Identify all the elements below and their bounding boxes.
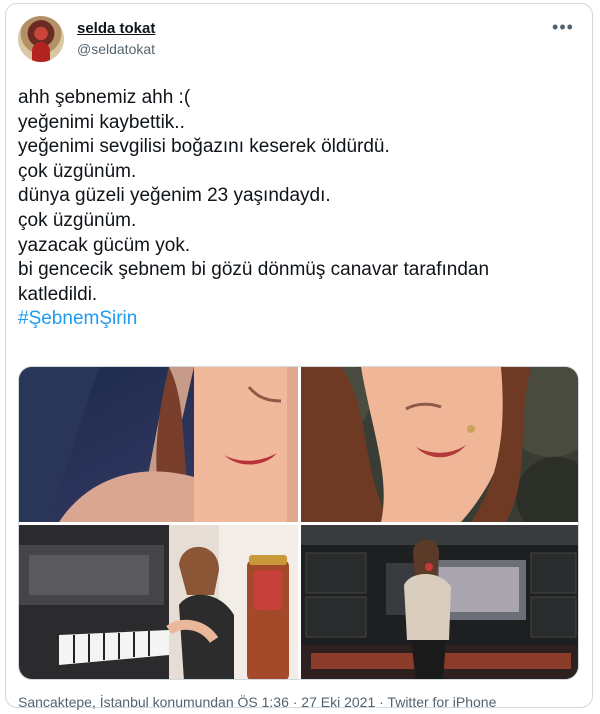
tweet-line: çok üzgünüm. <box>18 209 137 231</box>
tweet-line: dünya güzeli yeğenim 23 yaşındaydı. <box>18 185 331 207</box>
tweet-line: yazacak gücüm yok. <box>18 234 191 256</box>
tweet-meta: Sancaktepe, İstanbul konumundan ÖS 1:36 … <box>18 694 497 710</box>
display-name[interactable]: selda tokat <box>77 20 155 37</box>
hashtag-link[interactable]: #ŞebnemŞirin <box>18 307 584 332</box>
tweet-text: ahh şebnemiz ahh :( yeğenimi kaybettik..… <box>18 86 584 332</box>
media-grid <box>18 366 579 680</box>
living-room-photo[interactable] <box>301 525 578 679</box>
user-handle[interactable]: @seldatokat <box>77 41 155 57</box>
tweet-line: bi gencecik şebnem bi gözü dönmüş canava… <box>18 259 490 281</box>
more-options-icon[interactable]: ••• <box>550 18 576 40</box>
tweet-card: selda tokat @seldatokat ••• ahh şebnemiz… <box>5 3 593 710</box>
tweet-line: çok üzgünüm. <box>18 160 137 182</box>
tweet-line: katledildi. <box>18 283 98 305</box>
tweet-header: selda tokat @seldatokat ••• <box>16 14 576 66</box>
piano-photo[interactable] <box>19 525 298 679</box>
selfie-photo[interactable] <box>301 367 578 522</box>
avatar[interactable] <box>18 16 64 62</box>
selfie-photo[interactable] <box>19 367 298 522</box>
tweet-line: yeğenimi kaybettik.. <box>18 111 185 133</box>
tweet-line: ahh şebnemiz ahh :( <box>18 87 191 108</box>
tweet-line: yeğenimi sevgilisi boğazını keserek öldü… <box>18 136 390 158</box>
